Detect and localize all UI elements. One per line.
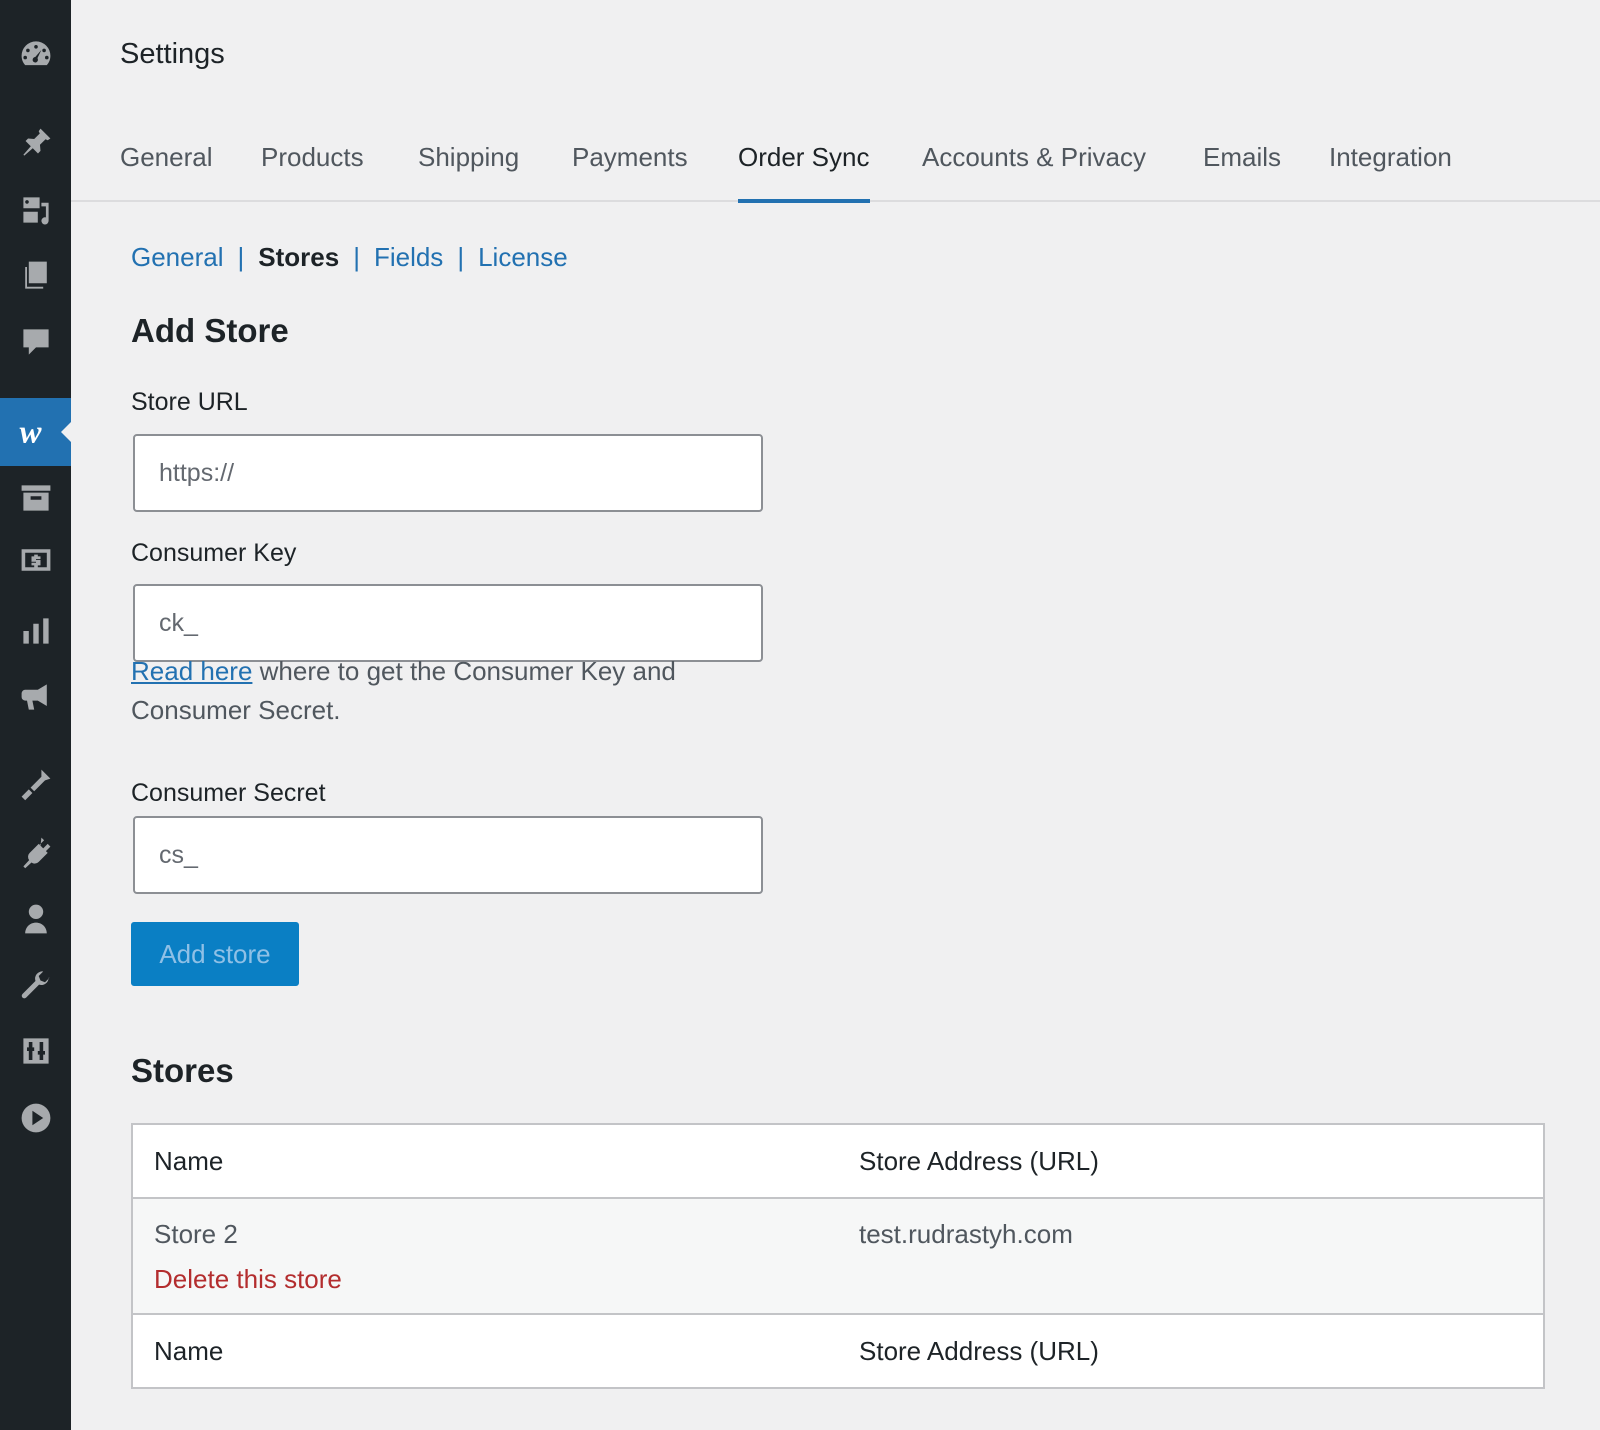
subnav-fields[interactable]: Fields — [374, 242, 443, 272]
main-content: Settings General Products Shipping Payme… — [71, 0, 1600, 1430]
consumer-key-label: Consumer Key — [131, 539, 297, 567]
woocommerce-icon[interactable]: w — [0, 398, 71, 466]
settings-tabs: General Products Shipping Payments Order… — [71, 120, 1600, 203]
dashboard-icon[interactable] — [0, 27, 71, 81]
comments-icon[interactable] — [0, 315, 71, 369]
subnav-license[interactable]: License — [478, 242, 568, 272]
svg-text:w: w — [19, 415, 42, 451]
consumer-secret-label: Consumer Secret — [131, 779, 326, 807]
table-row: Store 2 Delete this store test.rudrastyh… — [132, 1198, 1544, 1314]
tab-accounts-privacy[interactable]: Accounts & Privacy — [922, 142, 1146, 199]
pin-icon[interactable] — [0, 116, 71, 170]
consumer-key-help: Read here where to get the Consumer Key … — [131, 652, 731, 730]
appearance-icon[interactable] — [0, 757, 71, 811]
add-store-button[interactable]: Add store — [131, 922, 299, 986]
users-icon[interactable] — [0, 892, 71, 946]
read-here-link[interactable]: Read here — [131, 656, 252, 686]
tools-icon[interactable] — [0, 958, 71, 1012]
subnav-separator: | — [353, 242, 360, 272]
store-url-input[interactable] — [133, 434, 763, 512]
plugins-icon[interactable] — [0, 825, 71, 879]
analytics-icon[interactable] — [0, 604, 71, 658]
consumer-secret-input[interactable] — [133, 816, 763, 894]
admin-sidebar: w — [0, 0, 71, 1430]
column-header-name: Name — [132, 1124, 838, 1199]
subnav-general[interactable]: General — [131, 242, 224, 272]
subnav-separator: | — [237, 242, 245, 272]
tab-order-sync[interactable]: Order Sync — [738, 142, 870, 203]
store-url-label: Store URL — [131, 388, 248, 416]
column-footer-name: Name — [132, 1313, 838, 1388]
settings-icon[interactable] — [0, 1024, 71, 1078]
tab-shipping[interactable]: Shipping — [418, 142, 519, 199]
pages-icon[interactable] — [0, 249, 71, 303]
subnav-stores: Stores — [258, 242, 340, 272]
subnav-separator: | — [457, 242, 465, 272]
table-header-row: Name Store Address (URL) — [132, 1124, 1544, 1199]
tab-integration[interactable]: Integration — [1329, 142, 1452, 199]
marketing-icon[interactable] — [0, 670, 71, 724]
column-header-url: Store Address (URL) — [838, 1124, 1544, 1199]
store-name-cell: Store 2 Delete this store — [132, 1198, 838, 1314]
play-icon[interactable] — [0, 1091, 71, 1145]
stores-table: Name Store Address (URL) Store 2 Delete … — [131, 1123, 1545, 1389]
media-icon[interactable] — [0, 183, 71, 237]
stores-heading: Stores — [131, 1052, 234, 1089]
consumer-key-input[interactable] — [133, 584, 763, 662]
tab-emails[interactable]: Emails — [1203, 142, 1281, 199]
sub-navigation: General | Stores | Fields | License — [131, 242, 568, 273]
store-url-cell: test.rudrastyh.com — [859, 1219, 1073, 1249]
page-title: Settings — [120, 38, 225, 70]
payments-icon[interactable] — [0, 533, 71, 587]
column-footer-url: Store Address (URL) — [838, 1313, 1544, 1388]
table-footer-row: Name Store Address (URL) — [132, 1313, 1544, 1388]
tab-products[interactable]: Products — [261, 142, 364, 199]
store-name: Store 2 — [154, 1219, 238, 1249]
add-store-heading: Add Store — [131, 312, 289, 349]
tab-general[interactable]: General — [120, 142, 213, 199]
delete-store-link[interactable]: Delete this store — [154, 1264, 817, 1295]
tab-payments[interactable]: Payments — [572, 142, 688, 199]
archive-icon[interactable] — [0, 471, 71, 525]
